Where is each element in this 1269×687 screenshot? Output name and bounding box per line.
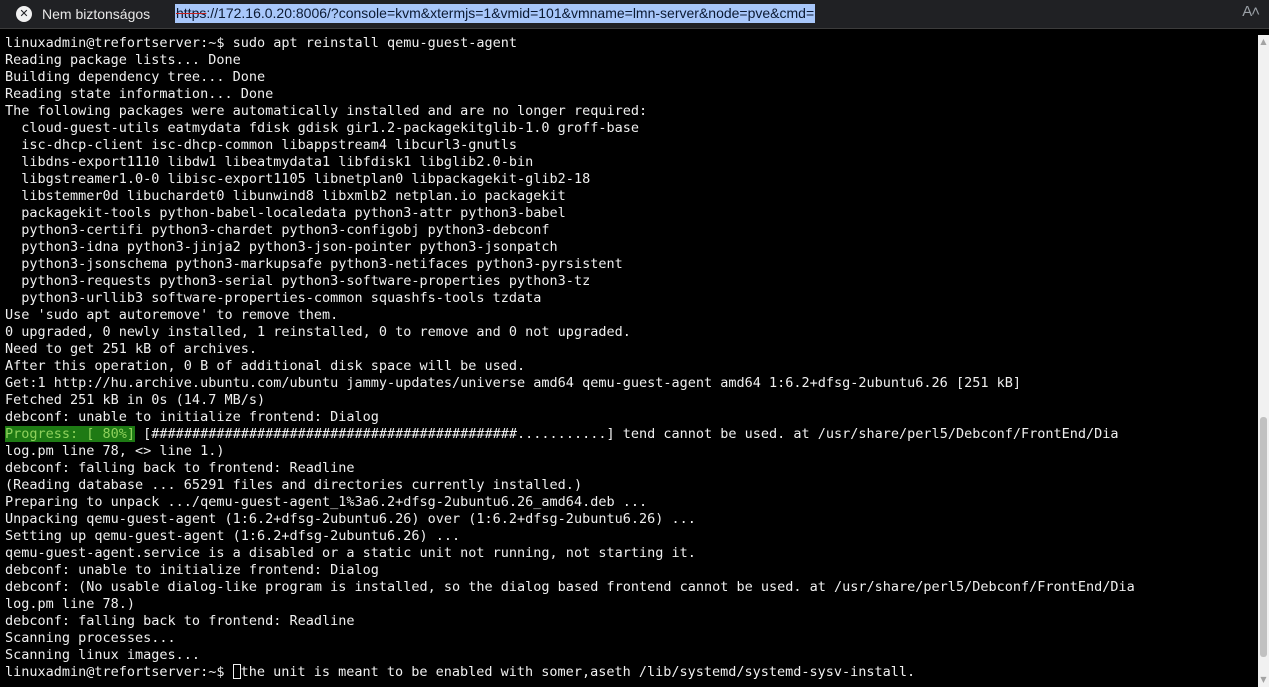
terminal-line: libstemmer0d libuchardet0 libunwind8 lib…: [5, 188, 566, 204]
terminal-line: packagekit-tools python-babel-localedata…: [5, 205, 566, 221]
close-circle-icon: ✕: [16, 6, 32, 22]
terminal-line: Use 'sudo apt autoremove' to remove them…: [5, 307, 339, 323]
read-aloud-icon[interactable]: A˄: [1242, 3, 1260, 20]
terminal-line: debconf: falling back to frontend: Readl…: [5, 613, 355, 629]
terminal-line: After this operation, 0 B of additional …: [5, 358, 526, 374]
progress-bar-text: [#######################################…: [135, 426, 1119, 442]
progress-indicator: Progress: [ 80%]: [5, 426, 136, 442]
terminal-line: python3-requests python3-serial python3-…: [5, 273, 591, 289]
terminal-line: Scanning linux images...: [5, 647, 201, 663]
terminal-line: libdns-export1110 libdw1 libeatmydata1 l…: [5, 154, 534, 170]
security-label: Nem biztonságos: [42, 6, 151, 22]
terminal-line: Preparing to unpack .../qemu-guest-agent…: [5, 494, 648, 510]
terminal-line: python3-jsonschema python3-markupsafe py…: [5, 256, 623, 272]
terminal-line: Reading package lists... Done: [5, 52, 241, 68]
terminal-line: cloud-guest-utils eatmydata fdisk gdisk …: [5, 120, 639, 136]
terminal-line: debconf: (No usable dialog-like program …: [5, 579, 1135, 595]
terminal-line: debconf: unable to initialize frontend: …: [5, 562, 379, 578]
terminal-line: Need to get 251 kB of archives.: [5, 341, 257, 357]
terminal-line: (Reading database ... 65291 files and di…: [5, 477, 583, 493]
terminal-line: Setting up qemu-guest-agent (1:6.2+dfsg-…: [5, 528, 461, 544]
scroll-down-arrow-icon[interactable]: ▼: [1258, 673, 1269, 687]
terminal-line: libgstreamer1.0-0 libisc-export1105 libn…: [5, 171, 591, 187]
terminal-scrollbar[interactable]: ▲ ▼: [1258, 35, 1269, 687]
scroll-up-arrow-icon[interactable]: ▲: [1258, 35, 1269, 49]
terminal-line: isc-dhcp-client isc-dhcp-common libappst…: [5, 137, 518, 153]
prompt-overlay-text: the unit is meant to be enabled with som…: [240, 664, 916, 680]
terminal-line: python3-idna python3-jinja2 python3-json…: [5, 239, 558, 255]
terminal-line: log.pm line 78.): [5, 596, 136, 612]
terminal-prompt-line[interactable]: linuxadmin@trefortserver:~$ the unit is …: [5, 664, 1135, 681]
terminal-line: python3-urllib3 software-properties-comm…: [5, 290, 542, 306]
terminal-line: Scanning processes...: [5, 630, 176, 646]
terminal-output: linuxadmin@trefortserver:~$ sudo apt rei…: [5, 35, 1135, 681]
terminal-line: 0 upgraded, 0 newly installed, 1 reinsta…: [5, 324, 631, 340]
terminal-line: Reading state information... Done: [5, 86, 274, 102]
terminal-line: linuxadmin@trefortserver:~$ sudo apt rei…: [5, 35, 518, 51]
terminal-line: The following packages were automaticall…: [5, 103, 648, 119]
terminal-progress-line: Progress: [ 80%] [######################…: [5, 426, 1135, 443]
scrollbar-thumb[interactable]: [1260, 417, 1267, 657]
terminal-line: debconf: falling back to frontend: Readl…: [5, 460, 355, 476]
terminal-line: Fetched 251 kB in 0s (14.7 MB/s): [5, 392, 266, 408]
terminal-line: log.pm line 78, <> line 1.): [5, 443, 225, 459]
terminal-line: python3-certifi python3-chardet python3-…: [5, 222, 550, 238]
terminal-line: Unpacking qemu-guest-agent (1:6.2+dfsg-2…: [5, 511, 696, 527]
site-security-button[interactable]: ✕ Nem biztonságos: [8, 2, 160, 26]
url-field[interactable]: https://172.16.0.20:8006/?console=kvm&xt…: [175, 4, 816, 23]
terminal-cursor: [232, 664, 241, 679]
url-rest: ://172.16.0.20:8006/?console=kvm&xtermjs…: [206, 5, 815, 21]
xterm-console[interactable]: linuxadmin@trefortserver:~$ sudo apt rei…: [0, 35, 1258, 687]
terminal-line: Building dependency tree... Done: [5, 69, 266, 85]
url-scheme: https: [176, 5, 207, 21]
terminal-line: qemu-guest-agent.service is a disabled o…: [5, 545, 696, 561]
terminal-line: Get:1 http://hu.archive.ubuntu.com/ubunt…: [5, 375, 1021, 391]
shell-prompt: linuxadmin@trefortserver:~$: [5, 664, 233, 680]
browser-address-bar: ✕ Nem biztonságos https://172.16.0.20:80…: [0, 0, 1269, 29]
terminal-line: debconf: unable to initialize frontend: …: [5, 409, 379, 425]
